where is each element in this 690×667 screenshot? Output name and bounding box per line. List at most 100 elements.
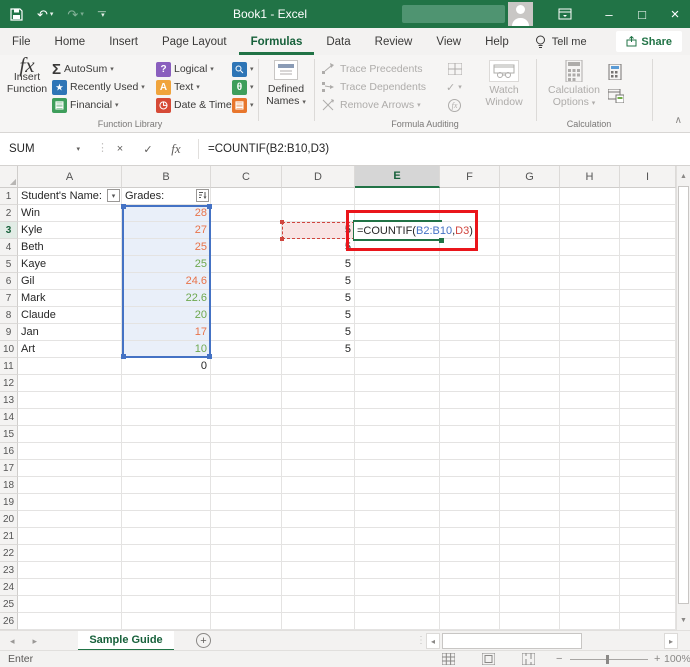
- cell-A17[interactable]: [18, 460, 122, 477]
- column-header-I[interactable]: I: [620, 166, 676, 188]
- row-header-25[interactable]: 25: [0, 596, 18, 613]
- financial-button[interactable]: ▤ Financial ▾: [52, 96, 119, 114]
- cell-D1[interactable]: [282, 188, 355, 205]
- cell-A5[interactable]: Kaye: [18, 256, 122, 273]
- cell-F10[interactable]: [440, 341, 500, 358]
- horizontal-scrollbar[interactable]: ◂ ▸: [426, 633, 678, 649]
- user-avatar[interactable]: [508, 2, 533, 26]
- cell-I16[interactable]: [620, 443, 676, 460]
- cell-G12[interactable]: [500, 375, 560, 392]
- cell-E17[interactable]: [355, 460, 440, 477]
- cell-E11[interactable]: [355, 358, 440, 375]
- cell-B1[interactable]: Grades:: [122, 188, 211, 205]
- tab-review[interactable]: Review: [363, 28, 425, 55]
- row-header-11[interactable]: 11: [0, 358, 18, 375]
- cell-H15[interactable]: [560, 426, 620, 443]
- row-header-13[interactable]: 13: [0, 392, 18, 409]
- cell-B25[interactable]: [122, 596, 211, 613]
- cell-H13[interactable]: [560, 392, 620, 409]
- cell-C11[interactable]: [211, 358, 282, 375]
- cell-D24[interactable]: [282, 579, 355, 596]
- cell-C19[interactable]: [211, 494, 282, 511]
- cell-C22[interactable]: [211, 545, 282, 562]
- cell-I4[interactable]: [620, 239, 676, 256]
- cell-I19[interactable]: [620, 494, 676, 511]
- row-header-14[interactable]: 14: [0, 409, 18, 426]
- cell-G14[interactable]: [500, 409, 560, 426]
- date-time-button[interactable]: ◷ Date & Time ▾: [156, 96, 238, 114]
- cell-F12[interactable]: [440, 375, 500, 392]
- cell-G24[interactable]: [500, 579, 560, 596]
- cell-D15[interactable]: [282, 426, 355, 443]
- cell-I15[interactable]: [620, 426, 676, 443]
- cell-B21[interactable]: [122, 528, 211, 545]
- tab-insert[interactable]: Insert: [97, 28, 150, 55]
- insert-function-button[interactable]: fx Insert Function: [6, 55, 48, 96]
- cell-I17[interactable]: [620, 460, 676, 477]
- column-header-B[interactable]: B: [122, 166, 211, 188]
- cell-B6[interactable]: 24.6: [122, 273, 211, 290]
- cell-B10[interactable]: 10: [122, 341, 211, 358]
- cell-D9[interactable]: 5: [282, 324, 355, 341]
- cell-G22[interactable]: [500, 545, 560, 562]
- cell-B15[interactable]: [122, 426, 211, 443]
- cell-F9[interactable]: [440, 324, 500, 341]
- column-header-H[interactable]: H: [560, 166, 620, 188]
- row-header-2[interactable]: 2: [0, 205, 18, 222]
- cell-I18[interactable]: [620, 477, 676, 494]
- cell-G26[interactable]: [500, 613, 560, 630]
- cell-G8[interactable]: [500, 307, 560, 324]
- cell-C16[interactable]: [211, 443, 282, 460]
- cell-A16[interactable]: [18, 443, 122, 460]
- cell-I26[interactable]: [620, 613, 676, 630]
- next-sheet-icon[interactable]: ▸: [33, 636, 38, 647]
- cell-C9[interactable]: [211, 324, 282, 341]
- cell-F18[interactable]: [440, 477, 500, 494]
- cell-G11[interactable]: [500, 358, 560, 375]
- close-button[interactable]: ×: [660, 0, 690, 28]
- page-break-preview-icon[interactable]: [522, 653, 535, 665]
- cell-I23[interactable]: [620, 562, 676, 579]
- search-box[interactable]: [402, 5, 505, 23]
- horizontal-scroll-thumb[interactable]: [442, 633, 582, 649]
- row-header-19[interactable]: 19: [0, 494, 18, 511]
- cell-F16[interactable]: [440, 443, 500, 460]
- cell-F1[interactable]: [440, 188, 500, 205]
- cell-I3[interactable]: [620, 222, 676, 239]
- cell-C17[interactable]: [211, 460, 282, 477]
- cell-A13[interactable]: [18, 392, 122, 409]
- row-header-15[interactable]: 15: [0, 426, 18, 443]
- name-box[interactable]: SUM ▾: [0, 137, 90, 161]
- cell-G10[interactable]: [500, 341, 560, 358]
- zoom-level[interactable]: 100%: [664, 653, 690, 665]
- cell-H9[interactable]: [560, 324, 620, 341]
- cell-H10[interactable]: [560, 341, 620, 358]
- cell-E23[interactable]: [355, 562, 440, 579]
- tab-help[interactable]: Help: [473, 28, 521, 55]
- cell-A4[interactable]: Beth: [18, 239, 122, 256]
- filter-dropdown-icon[interactable]: ▾: [107, 189, 120, 202]
- cell-I12[interactable]: [620, 375, 676, 392]
- row-header-23[interactable]: 23: [0, 562, 18, 579]
- cell-A21[interactable]: [18, 528, 122, 545]
- zoom-slider-track[interactable]: [570, 659, 648, 660]
- cell-B17[interactable]: [122, 460, 211, 477]
- cancel-button[interactable]: ×: [108, 137, 132, 161]
- undo-caret-icon[interactable]: ▾: [50, 11, 54, 18]
- defined-names-button[interactable]: Defined Names ▾: [262, 60, 310, 109]
- cell-D18[interactable]: [282, 477, 355, 494]
- cell-H25[interactable]: [560, 596, 620, 613]
- cell-E21[interactable]: [355, 528, 440, 545]
- cell-F13[interactable]: [440, 392, 500, 409]
- cell-B2[interactable]: 28: [122, 205, 211, 222]
- cell-C12[interactable]: [211, 375, 282, 392]
- cell-C14[interactable]: [211, 409, 282, 426]
- cell-A2[interactable]: Win: [18, 205, 122, 222]
- cell-A3[interactable]: Kyle: [18, 222, 122, 239]
- cell-D3[interactable]: 5: [282, 222, 355, 239]
- cell-I20[interactable]: [620, 511, 676, 528]
- cell-H19[interactable]: [560, 494, 620, 511]
- cell-B19[interactable]: [122, 494, 211, 511]
- cell-C3[interactable]: [211, 222, 282, 239]
- cell-H4[interactable]: [560, 239, 620, 256]
